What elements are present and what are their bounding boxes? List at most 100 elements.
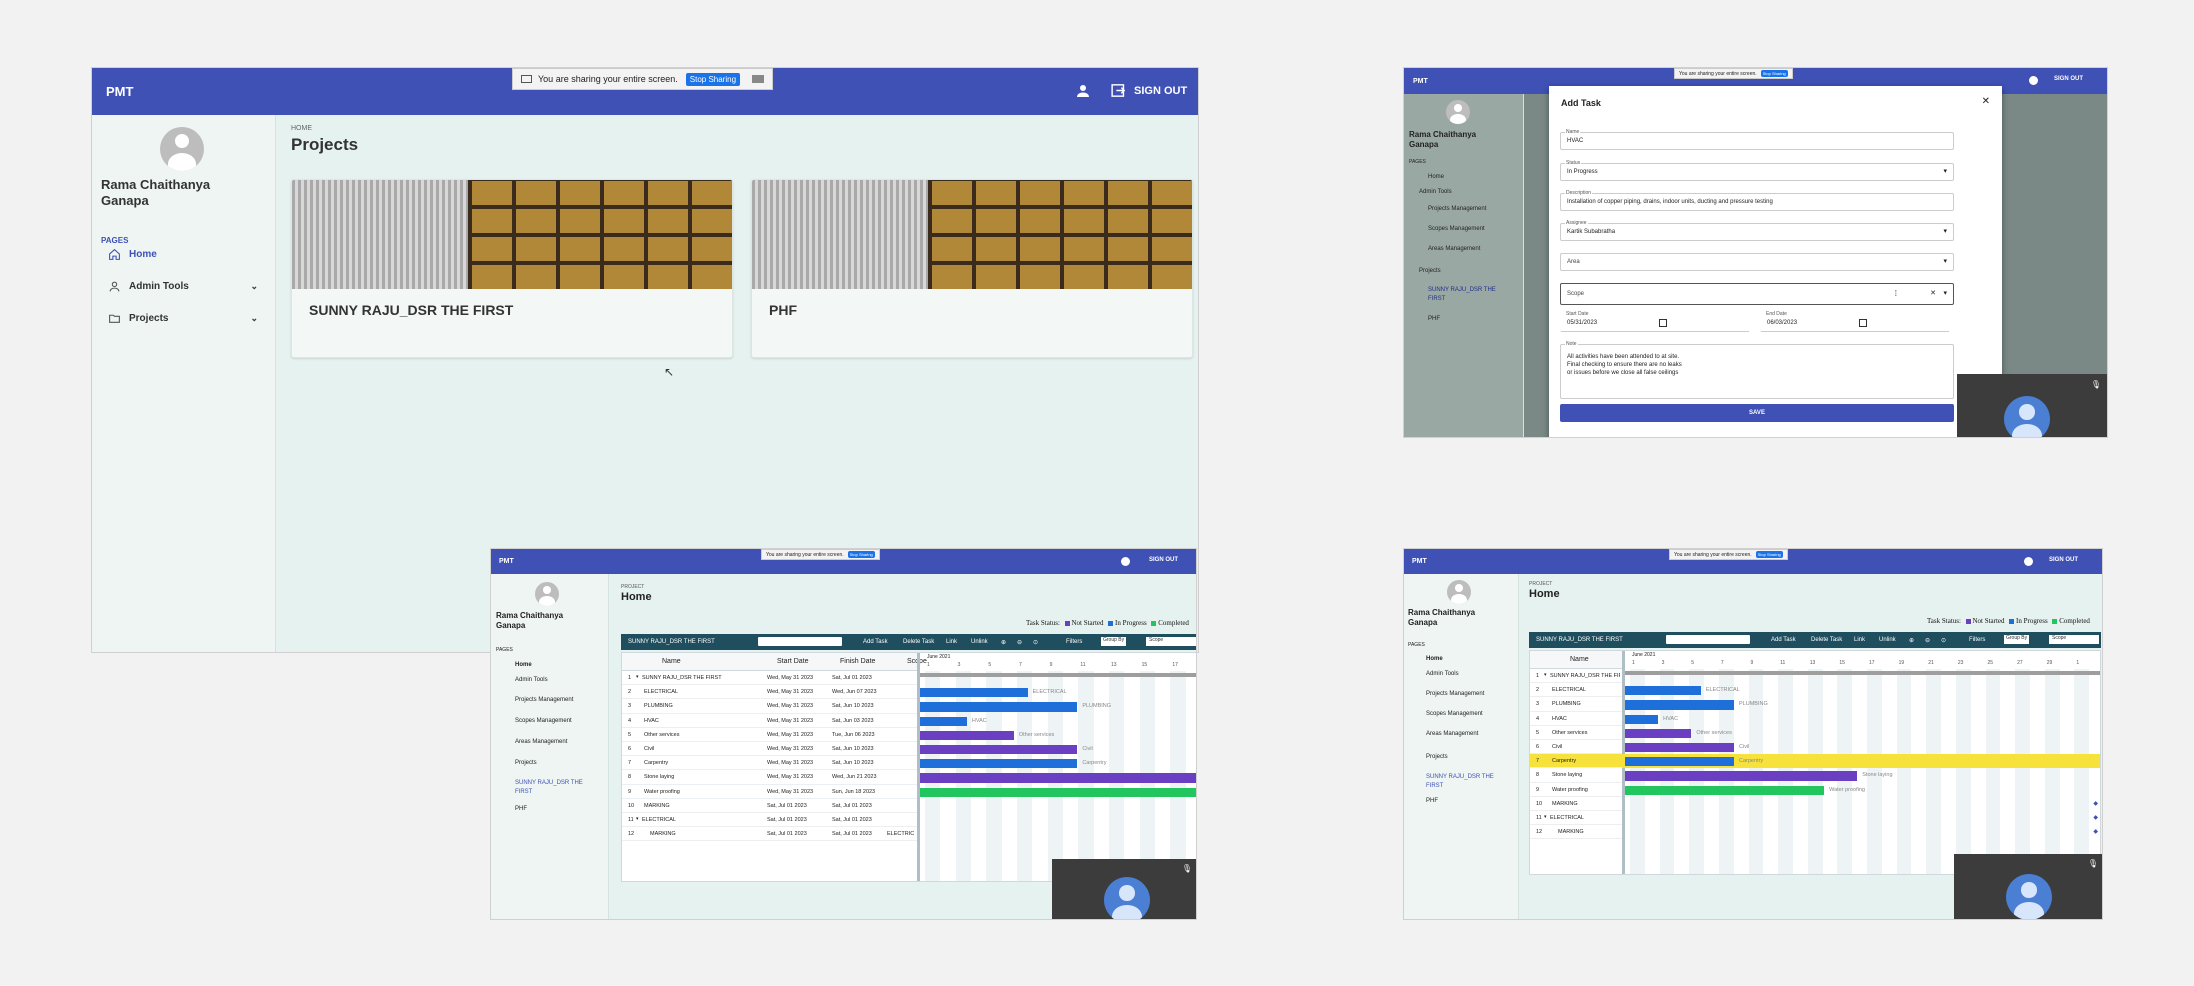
zoom-in-icon[interactable]: ⊕ xyxy=(1001,639,1006,646)
save-button[interactable]: SAVE xyxy=(1560,404,1954,422)
gantt-bar[interactable] xyxy=(1625,700,1735,710)
sidebar-item-scopes-management[interactable]: Scopes Management xyxy=(1428,226,1485,232)
calendar-icon[interactable] xyxy=(1859,319,1867,327)
gantt-bar[interactable] xyxy=(920,745,1078,755)
sidebar-item-projects[interactable]: Projects xyxy=(1426,754,1448,760)
calendar-icon[interactable] xyxy=(1659,319,1667,327)
zoom-fit-icon[interactable]: ⊙ xyxy=(1033,639,1038,646)
sidebar-item-projects[interactable]: Projects ⌄ xyxy=(108,312,258,325)
chevron-down-icon[interactable]: ▾ xyxy=(1544,672,1547,678)
gantt-bar[interactable] xyxy=(920,702,1078,712)
sidebar-item-admin-tools[interactable]: Admin Tools xyxy=(1426,671,1459,677)
note-field[interactable]: Note All activities have been attended t… xyxy=(1560,341,1954,399)
signout-button[interactable]: SIGN OUT xyxy=(1149,557,1178,563)
signout-button[interactable]: SIGN OUT xyxy=(1110,82,1187,99)
sidebar-item-home[interactable]: Home xyxy=(1428,174,1444,180)
sidebar-item-areas-management[interactable]: Areas Management xyxy=(1428,246,1480,252)
gantt-bar[interactable] xyxy=(920,773,1196,783)
delete-task-button[interactable]: Delete Task xyxy=(1811,637,1842,643)
gantt-bar[interactable] xyxy=(1625,686,1701,696)
sidebar-item-project-b[interactable]: PHF xyxy=(1426,798,1438,804)
gantt-bar[interactable] xyxy=(920,730,1014,740)
sidebar-item-admin-tools[interactable]: Admin Tools xyxy=(515,677,548,683)
description-field[interactable]: Description Installation of copper pipin… xyxy=(1560,190,1954,211)
add-task-button[interactable]: Add Task xyxy=(863,639,888,645)
zoom-fit-icon[interactable]: ⊙ xyxy=(1941,637,1946,644)
gantt-search-input[interactable] xyxy=(758,637,842,646)
sidebar-item-project-b[interactable]: PHF xyxy=(515,806,527,812)
sidebar-item-areas-management[interactable]: Areas Management xyxy=(515,739,567,745)
sidebar-item-project-a[interactable]: SUNNY RAJU_DSR THE FIRST xyxy=(1426,773,1506,791)
sidebar-item-projects-management[interactable]: Projects Management xyxy=(1426,691,1484,697)
stop-sharing-button[interactable]: Stop Sharing xyxy=(1755,551,1783,558)
stop-sharing-button[interactable]: Stop Sharing xyxy=(685,72,741,86)
close-icon[interactable]: ✕ xyxy=(1982,96,1990,107)
chevron-down-icon[interactable]: ▾ xyxy=(1544,814,1547,820)
gantt-bar[interactable] xyxy=(1625,743,1735,753)
gantt-search-input[interactable] xyxy=(1666,635,1750,644)
gantt-bar[interactable] xyxy=(920,716,967,726)
signout-button[interactable]: SIGN OUT xyxy=(2049,557,2078,563)
sidebar-item-home[interactable]: Home xyxy=(1426,656,1443,662)
gantt-bar[interactable] xyxy=(1625,714,1659,724)
project-card[interactable]: SUNNY RAJU_DSR THE FIRST xyxy=(291,179,733,358)
sidebar-item-projects-management[interactable]: Projects Management xyxy=(1428,206,1486,212)
name-field[interactable]: Name HVAC xyxy=(1560,129,1954,150)
sidebar-item-admin-tools[interactable]: Admin Tools ⌄ xyxy=(108,280,258,293)
stop-sharing-button[interactable]: Stop Sharing xyxy=(1760,70,1788,77)
zoom-out-icon[interactable]: ⊖ xyxy=(1925,637,1930,644)
sidebar-item-projects[interactable]: Projects xyxy=(515,760,537,766)
filters-button[interactable]: Filters xyxy=(1969,637,1985,643)
person-icon[interactable] xyxy=(2029,76,2038,85)
assignee-select[interactable]: Assignee Kartik Subabratha ▾ xyxy=(1560,220,1954,241)
delete-task-button[interactable]: Delete Task xyxy=(903,639,934,645)
group-by-select[interactable]: Group By xyxy=(2004,635,2030,644)
zoom-in-icon[interactable]: ⊕ xyxy=(1909,637,1914,644)
filters-button[interactable]: Filters xyxy=(1066,639,1082,645)
sidebar-item-home[interactable]: Home xyxy=(515,662,532,668)
gantt-bar[interactable] xyxy=(1625,728,1692,738)
scope-select[interactable]: Scope xyxy=(2049,635,2099,644)
end-date-field[interactable]: End Date 06/03/2023 xyxy=(1760,311,1950,332)
sidebar-item-projects-management[interactable]: Projects Management xyxy=(515,697,573,703)
gantt-bar[interactable] xyxy=(920,787,1196,797)
gantt-bar[interactable] xyxy=(1625,757,1735,767)
add-task-button[interactable]: Add Task xyxy=(1771,637,1796,643)
gantt-bar[interactable] xyxy=(920,759,1078,769)
sidebar-item-admin-tools[interactable]: Admin Tools xyxy=(1419,189,1452,195)
sidebar-item-scopes-management[interactable]: Scopes Management xyxy=(515,718,572,724)
stop-sharing-button[interactable]: Stop Sharing xyxy=(847,551,875,558)
row-id: 6 xyxy=(628,746,632,752)
link-button[interactable]: Link xyxy=(1854,637,1865,643)
sidebar-item-areas-management[interactable]: Areas Management xyxy=(1426,731,1478,737)
group-by-select[interactable]: Group By xyxy=(1101,637,1127,646)
project-card[interactable]: PHF xyxy=(751,179,1193,358)
unlink-button[interactable]: Unlink xyxy=(1879,637,1896,643)
link-button[interactable]: Link xyxy=(946,639,957,645)
zoom-out-icon[interactable]: ⊖ xyxy=(1017,639,1022,646)
sidebar-item-home[interactable]: Home xyxy=(108,248,157,261)
person-icon[interactable] xyxy=(1074,82,1092,100)
clear-icon[interactable]: ✕ xyxy=(1930,289,1936,297)
start-date-field[interactable]: Start Date 05/31/2023 xyxy=(1560,311,1750,332)
status-select[interactable]: Status In Progress ▾ xyxy=(1560,160,1954,181)
signout-button[interactable]: SIGN OUT xyxy=(2054,76,2083,82)
gantt-bar[interactable] xyxy=(1625,785,1825,795)
unlink-button[interactable]: Unlink xyxy=(971,639,988,645)
gantt-bar[interactable] xyxy=(1625,771,1858,781)
gantt-bar-label: Carpentry xyxy=(1082,760,1107,767)
scope-select[interactable]: Scope xyxy=(1146,637,1196,646)
sidebar-item-scopes-management[interactable]: Scopes Management xyxy=(1426,711,1483,717)
sidebar-item-project-a[interactable]: SUNNY RAJU_DSR THE FIRST xyxy=(1428,286,1508,304)
area-select[interactable]: Area ▾ xyxy=(1560,253,1954,271)
chevron-down-icon[interactable]: ▾ xyxy=(636,674,639,680)
person-icon[interactable] xyxy=(2024,557,2033,566)
gantt-bar[interactable] xyxy=(920,688,1028,698)
sidebar-item-project-b[interactable]: PHF xyxy=(1428,316,1440,322)
hide-share-button[interactable] xyxy=(752,75,765,83)
sidebar-item-project-a[interactable]: SUNNY RAJU_DSR THE FIRST xyxy=(515,779,595,797)
sidebar-item-projects[interactable]: Projects xyxy=(1419,268,1441,274)
chevron-down-icon[interactable]: ▾ xyxy=(636,816,639,822)
scope-select[interactable]: Scope ⁞ ✕ ▾ xyxy=(1560,283,1954,305)
person-icon[interactable] xyxy=(1121,557,1130,566)
